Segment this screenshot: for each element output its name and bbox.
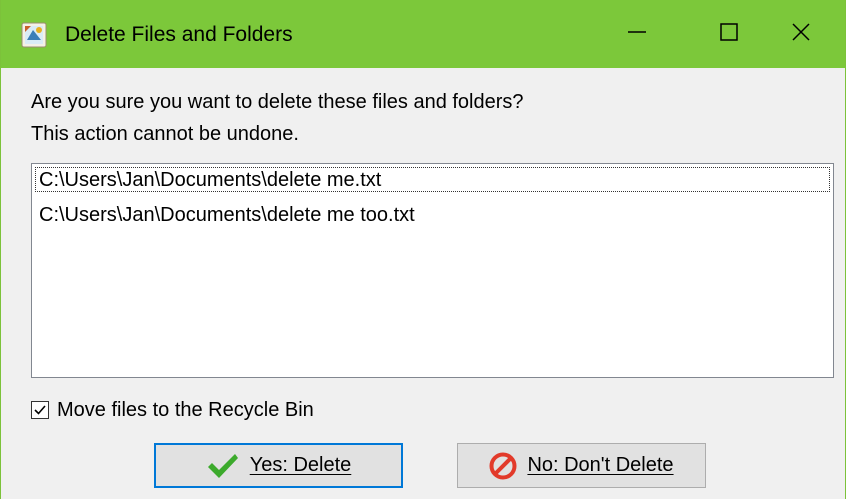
checkmark-icon [206,451,240,481]
close-button[interactable] [755,0,846,68]
minimize-icon [627,22,647,47]
app-icon [21,22,47,48]
yes-delete-button[interactable]: Yes: Delete [154,443,403,488]
no-dont-delete-label: No: Don't Delete [527,454,674,476]
title-bar[interactable]: Delete Files and Folders [1,0,845,68]
list-item[interactable]: C:\Users\Jan\Documents\delete me too.txt [35,202,830,227]
maximize-icon [719,22,739,47]
close-icon [791,22,811,47]
checkmark-small-icon [34,405,46,415]
prohibited-icon [489,452,517,480]
warning-message: This action cannot be undone. [31,123,299,145]
recycle-bin-checkbox[interactable] [31,401,49,419]
recycle-bin-option[interactable]: Move files to the Recycle Bin [31,398,314,422]
minimize-button[interactable] [591,0,683,68]
confirm-message: Are you sure you want to delete these fi… [31,91,524,113]
delete-dialog-window: Delete Files and Folders Are you sure yo… [0,0,846,499]
no-dont-delete-button[interactable]: No: Don't Delete [457,443,706,488]
list-item[interactable]: C:\Users\Jan\Documents\delete me.txt [35,167,830,192]
file-list[interactable]: C:\Users\Jan\Documents\delete me.txt C:\… [31,163,834,378]
window-title: Delete Files and Folders [65,23,293,46]
yes-delete-label: Yes: Delete [249,454,352,476]
recycle-bin-label: Move files to the Recycle Bin [57,399,314,421]
